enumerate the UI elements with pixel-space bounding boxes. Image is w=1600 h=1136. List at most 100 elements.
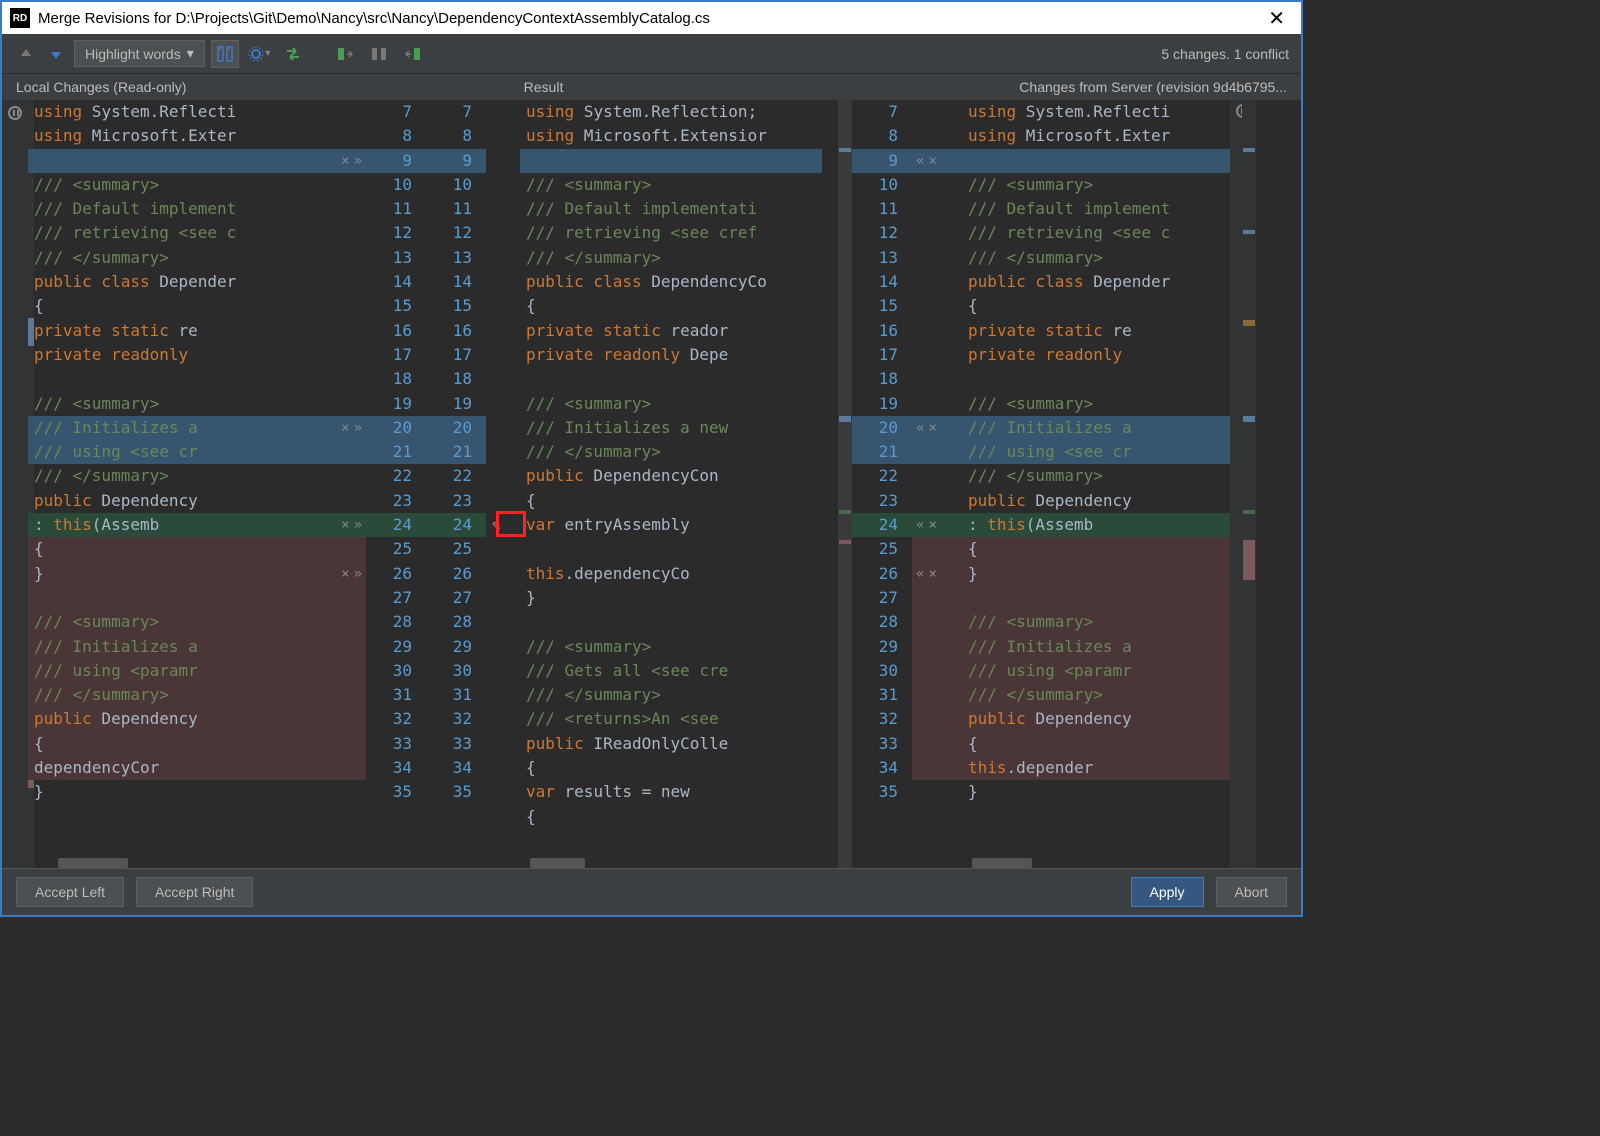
gutter-row (298, 343, 366, 367)
left-gutter: ×»×»×»×» (298, 100, 366, 868)
titlebar: RD Merge Revisions for D:\Projects\Git\D… (2, 2, 1301, 34)
line-number: 32 (426, 707, 486, 731)
mid-gutter-row (486, 392, 520, 416)
line-number: 24 (366, 513, 426, 537)
gutter-row (298, 246, 366, 270)
mid-pane-header: Result (298, 79, 909, 95)
prev-diff-button[interactable] (14, 42, 38, 66)
pause-icon[interactable] (8, 106, 22, 120)
magic-resolve-icon[interactable]: ✎ (492, 518, 500, 534)
line-number: 32 (366, 707, 426, 731)
close-icon[interactable]: ✕ (1260, 6, 1293, 31)
highlight-mode-dropdown[interactable]: Highlight words ▾ (74, 40, 205, 67)
apply-nonconflict-left-button[interactable] (331, 40, 359, 68)
mid-gutter-row: ✎ (486, 513, 520, 537)
line-number: 10 (366, 173, 426, 197)
line-number: 31 (426, 683, 486, 707)
abort-button[interactable]: Abort (1216, 877, 1287, 907)
swap-panes-button[interactable] (279, 40, 307, 68)
discard-icon: × (341, 149, 349, 173)
gutter-row[interactable]: ×» (298, 513, 366, 537)
gutter-row (912, 707, 962, 731)
code-line: /// Initializes a new (520, 416, 822, 440)
gutter-row (912, 343, 962, 367)
gutter-row[interactable]: «× (912, 416, 962, 440)
gutter-row[interactable]: «× (912, 562, 962, 586)
code-line (520, 149, 822, 173)
gutter-row (298, 124, 366, 148)
mid-gutter-row (486, 221, 520, 245)
apply-right-icon: » (354, 562, 362, 586)
line-number: 27 (852, 586, 912, 610)
gutter-row (912, 732, 962, 756)
gutter-row (298, 464, 366, 488)
gutter-row (912, 780, 962, 804)
gutter-row (912, 294, 962, 318)
apply-button[interactable]: Apply (1131, 877, 1204, 907)
line-number: 9 (366, 149, 426, 173)
line-number: 14 (366, 270, 426, 294)
code-line: using System.Reflecti (28, 100, 298, 124)
result-code-pane[interactable]: using System.Reflection;using Microsoft.… (520, 100, 822, 868)
gutter-row[interactable]: ×» (298, 416, 366, 440)
chevron-down-icon: ▾ (187, 45, 194, 62)
line-number: 28 (426, 610, 486, 634)
mid-gutter-row (486, 756, 520, 780)
scrollbar-horizontal[interactable] (58, 858, 128, 868)
right-code-pane[interactable]: using System.Reflectiusing Microsoft.Ext… (962, 100, 1230, 868)
code-line: { (520, 294, 822, 318)
gutter-row[interactable]: ×» (298, 562, 366, 586)
gutter-row (912, 173, 962, 197)
accept-left-button[interactable]: Accept Left (16, 877, 124, 907)
apply-right-icon: » (354, 149, 362, 173)
line-number: 8 (426, 124, 486, 148)
mid-gutter-row (486, 416, 520, 440)
line-number: 13 (366, 246, 426, 270)
line-number: 26 (366, 562, 426, 586)
line-number: 11 (366, 197, 426, 221)
code-line: /// <summary> (520, 173, 822, 197)
left-code-pane[interactable]: using System.Reflectiusing Microsoft.Ext… (28, 100, 298, 868)
code-line: /// using <paramr (962, 659, 1230, 683)
line-number: 8 (366, 124, 426, 148)
apply-nonconflict-right-button[interactable] (399, 40, 427, 68)
code-line (962, 805, 1230, 829)
scrollbar-horizontal[interactable] (972, 858, 1032, 868)
gutter-row[interactable]: «× (912, 513, 962, 537)
line-number: 33 (366, 732, 426, 756)
next-diff-button[interactable] (44, 42, 68, 66)
code-line: /// <summary> (962, 173, 1230, 197)
line-number: 17 (426, 343, 486, 367)
line-number: 23 (366, 489, 426, 513)
gutter-row (298, 659, 366, 683)
mid-gutter-row (486, 100, 520, 124)
line-number: 31 (852, 683, 912, 707)
line-number: 29 (426, 635, 486, 659)
code-line: /// </summary> (28, 683, 298, 707)
mid-gutter-left: ✎ (486, 100, 520, 868)
apply-nonconflict-both-button[interactable] (365, 40, 393, 68)
code-line: public Dependency (962, 707, 1230, 731)
line-number: 20 (852, 416, 912, 440)
gutter-row[interactable]: «× (912, 149, 962, 173)
left-pane-header: Local Changes (Read-only) (2, 79, 298, 95)
gutter-row[interactable]: ×» (298, 149, 366, 173)
code-line: /// </summary> (28, 464, 298, 488)
code-line: : this(Assemb (28, 513, 298, 537)
settings-button[interactable]: ▾ (245, 40, 273, 68)
sync-scroll-button[interactable] (211, 40, 239, 68)
gutter-row (298, 635, 366, 659)
apply-left-icon: « (916, 149, 924, 173)
line-number: 14 (852, 270, 912, 294)
accept-right-button[interactable]: Accept Right (136, 877, 253, 907)
code-line: /// Default implement (28, 197, 298, 221)
gutter-row (298, 732, 366, 756)
line-number: 19 (852, 392, 912, 416)
mid-gutter-row (486, 173, 520, 197)
line-number: 28 (366, 610, 426, 634)
code-line (28, 805, 298, 829)
code-line: public Dependency (28, 707, 298, 731)
scrollbar-horizontal[interactable] (530, 858, 585, 868)
gutter-row (298, 780, 366, 804)
merge-area: using System.Reflectiusing Microsoft.Ext… (2, 100, 1301, 868)
